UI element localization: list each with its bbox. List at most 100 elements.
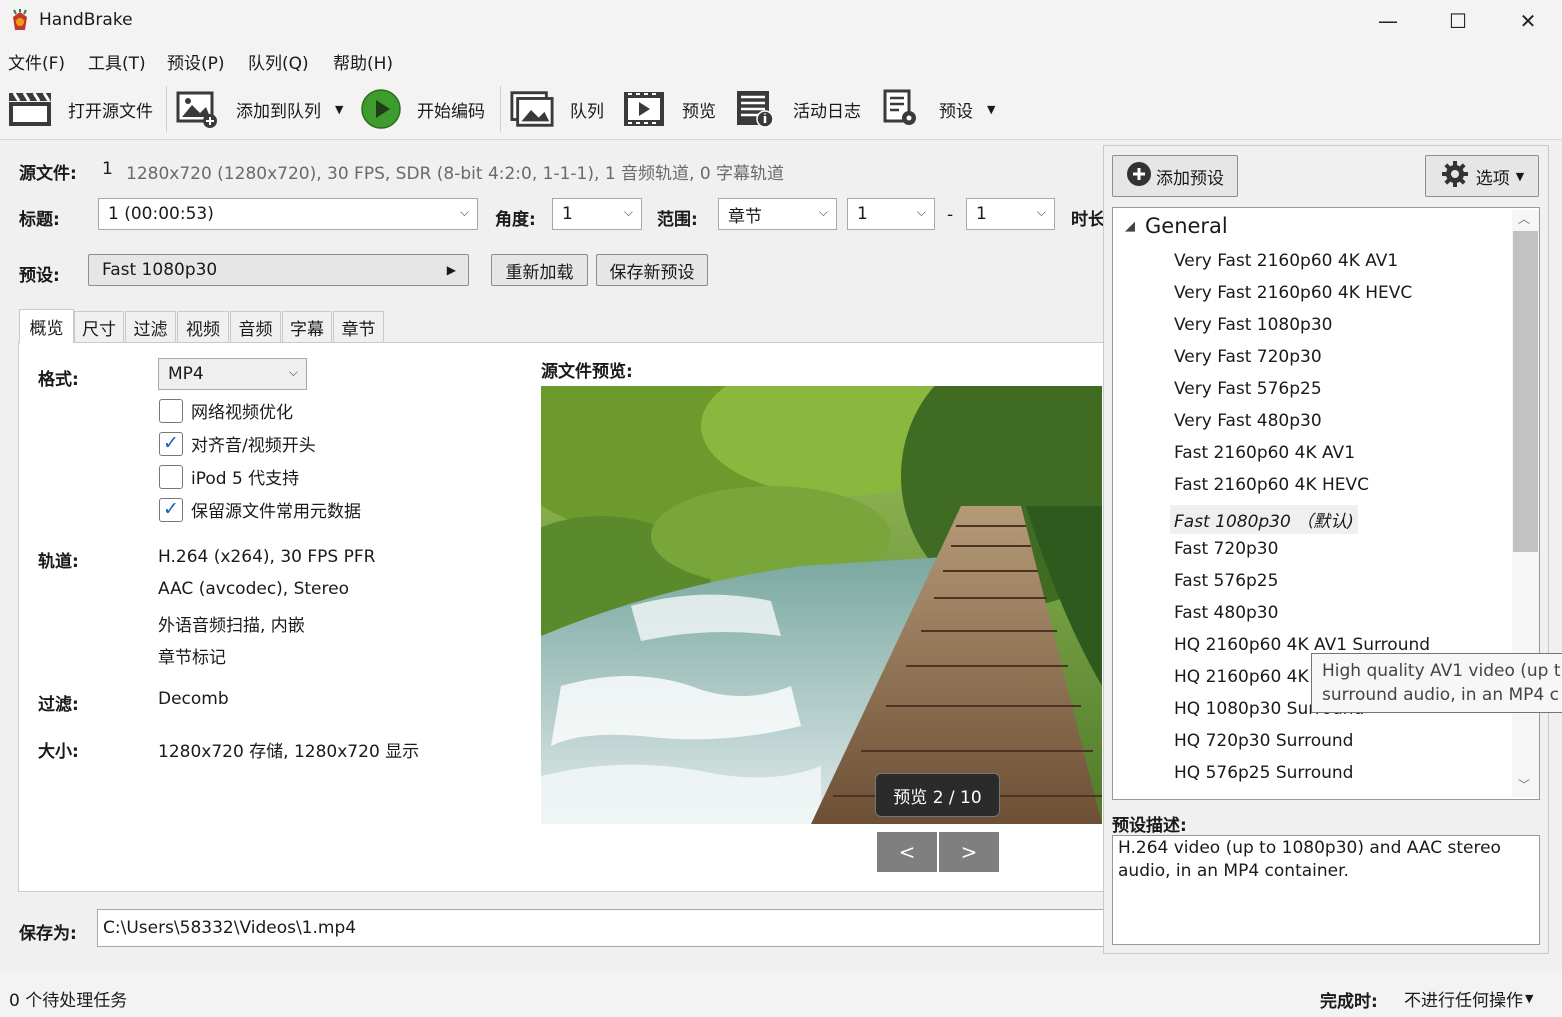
source-index: 1 [102,159,113,179]
start-encode-button[interactable]: 开始编码 [361,86,485,132]
preset-item[interactable]: HQ 720p30 Surround [1174,731,1353,751]
film-icon [622,89,666,129]
tab-filters[interactable]: 过滤 [125,311,176,342]
preset-item-selected[interactable]: Fast 1080p30 （默认) [1170,505,1358,534]
range-type-select[interactable]: 章节 ⌵ [718,198,837,230]
metadata-option[interactable]: ✓ 保留源文件常用元数据 [159,497,361,522]
format-select[interactable]: MP4 ⌵ [158,358,307,390]
preset-item[interactable]: Fast 576p25 [1174,571,1278,591]
add-to-queue-label: 添加到队列 [236,101,321,122]
menu-help[interactable]: 帮助(H) [333,49,393,74]
add-image-icon [176,89,220,129]
preset-description-box: H.264 video (up to 1080p30) and AAC ster… [1112,835,1540,945]
filters-label: 过滤: [38,695,79,715]
preset-item[interactable]: Very Fast 480p30 [1174,411,1322,431]
preview-prev-button[interactable]: < [877,832,937,872]
format-label: 格式: [38,370,79,390]
reload-button[interactable]: 重新加载 [491,254,588,286]
open-source-button[interactable]: 打开源文件 [8,86,153,132]
add-preset-label: 添加预设 [1156,168,1224,189]
presets-button[interactable]: 预设 ▼ [879,86,995,132]
scroll-up-icon[interactable]: ︿ [1518,210,1530,227]
activity-log-label: 活动日志 [793,101,861,122]
menu-presets[interactable]: 预设(P) [167,49,225,74]
size-value: 1280x720 存储, 1280x720 显示 [158,742,420,762]
menu-tools[interactable]: 工具(T) [88,49,146,74]
gear-icon [1440,159,1470,194]
range-start-select[interactable]: 1 ⌵ [847,198,935,230]
preset-options-button[interactable]: 选项 ▼ [1425,155,1539,197]
menu-bar [0,42,1562,78]
angle-select[interactable]: 1 ⌵ [552,198,642,230]
ipod-option[interactable]: iPod 5 代支持 [159,464,299,489]
align-av-option[interactable]: ✓ 对齐音/视频开头 [159,431,316,456]
activity-log-icon [733,89,777,129]
tab-subtitles[interactable]: 字幕 [282,311,332,342]
track-foreign-audio: 外语音频扫描, 内嵌 [158,616,305,636]
preview-button[interactable]: 预览 [622,86,716,132]
preset-group-general[interactable]: General [1145,214,1228,238]
save-path-input[interactable]: C:\Users\58332\Videos\1.mp4 [97,909,1107,947]
preset-item[interactable]: Fast 720p30 [1174,539,1278,559]
angle-label: 角度: [495,210,536,230]
source-preview-image [541,386,1102,824]
preset-select[interactable]: Fast 1080p30 ▶ [88,254,469,286]
preset-item[interactable]: Very Fast 720p30 [1174,347,1322,367]
web-optimize-option[interactable]: 网络视频优化 [159,398,293,423]
tab-chapters[interactable]: 章节 [333,311,384,342]
preset-item[interactable]: Very Fast 2160p60 4K HEVC [1174,283,1412,303]
activity-log-button[interactable]: 活动日志 [733,86,861,132]
tab-dimensions[interactable]: 尺寸 [74,311,124,342]
checkmark-icon: ✓ [163,498,179,520]
chevron-down-icon: ⌵ [1036,205,1046,219]
collapse-triangle-icon[interactable]: ◢ [1125,219,1135,234]
tab-video[interactable]: 视频 [177,311,229,342]
preset-item[interactable]: Fast 2160p60 4K HEVC [1174,475,1369,495]
handbrake-logo-icon [8,8,32,32]
queue-button[interactable]: 队列 [510,86,604,132]
preset-item[interactable]: Very Fast 1080p30 [1174,315,1332,335]
menu-file[interactable]: 文件(F) [8,49,65,74]
chevron-down-icon: ⌵ [623,205,633,219]
align-av-checkbox[interactable]: ✓ [159,431,183,456]
scrollbar-thumb[interactable] [1513,231,1538,552]
web-optimize-checkbox[interactable] [159,398,183,423]
title-bar [0,0,1562,42]
track-chapters: 章节标记 [158,648,226,668]
chevron-down-icon: ⌵ [288,365,298,379]
title-select[interactable]: 1 (00:00:53) ⌵ [98,198,478,230]
title-select-value: 1 (00:00:53) [108,204,214,224]
add-preset-button[interactable]: 添加预设 [1112,155,1238,197]
presets-label: 预设 [939,101,973,122]
ipod-checkbox[interactable] [159,464,183,489]
range-end-select[interactable]: 1 ⌵ [966,198,1055,230]
close-button[interactable]: ✕ [1493,0,1562,42]
tab-audio[interactable]: 音频 [230,311,281,342]
preview-next-button[interactable]: > [939,832,999,872]
preset-item[interactable]: Fast 2160p60 4K AV1 [1174,443,1355,463]
range-type-value: 章节 [728,206,762,227]
chevron-down-icon: ⌵ [916,205,926,219]
filters-value: Decomb [158,689,229,709]
tooltip-line: High quality AV1 video (up t [1322,661,1561,681]
preset-item[interactable]: Fast 480p30 [1174,603,1278,623]
dropdown-arrow-icon[interactable]: ▼ [987,103,995,116]
when-done-select[interactable]: 不进行任何操作 ▼ [1404,986,1533,1011]
maximize-button[interactable]: ☐ [1423,0,1493,42]
preset-label: 预设: [19,266,60,286]
preset-item[interactable]: Very Fast 2160p60 4K AV1 [1174,251,1398,271]
dropdown-arrow-icon[interactable]: ▼ [335,103,343,116]
preset-item[interactable]: HQ 2160p60 4K AV1 Surround [1174,635,1430,655]
menu-queue[interactable]: 队列(Q) [248,49,309,74]
tab-summary[interactable]: 概览 [19,309,74,343]
add-to-queue-button[interactable]: 添加到队列 ▼ [176,86,343,132]
metadata-checkbox[interactable]: ✓ [159,497,183,522]
minimize-button[interactable]: — [1353,0,1423,42]
save-new-preset-button[interactable]: 保存新预设 [596,254,708,286]
scroll-down-icon[interactable]: ﹀ [1518,776,1530,793]
dropdown-arrow-icon: ▼ [1515,169,1525,183]
toolbar-divider [500,86,501,132]
preset-item[interactable]: HQ 576p25 Surround [1174,763,1353,783]
preset-item[interactable]: Very Fast 576p25 [1174,379,1322,399]
start-encode-label: 开始编码 [417,101,485,122]
